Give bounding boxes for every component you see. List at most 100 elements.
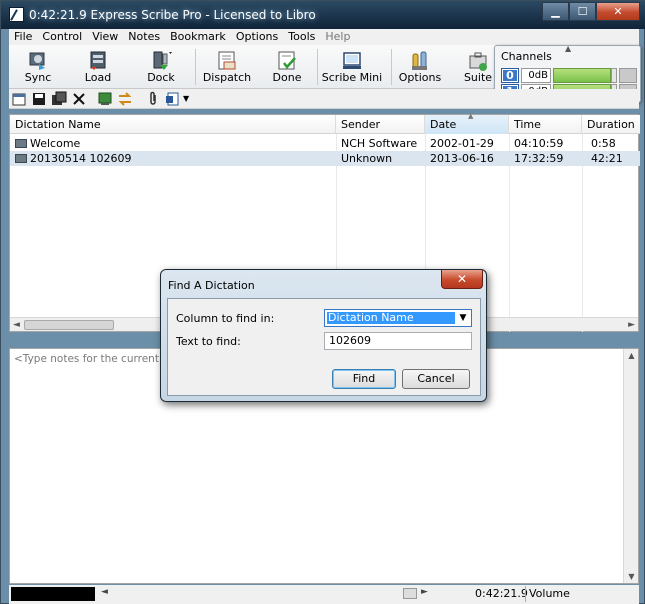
- scroll-right-icon[interactable]: ►: [421, 587, 428, 597]
- menu-bar: File Control View Notes Bookmark Options…: [9, 29, 639, 45]
- column-header-sender[interactable]: Sender: [336, 115, 425, 134]
- find-dictation-dialog: Find A Dictation ✕ Column to find in: Di…: [160, 269, 487, 402]
- done-icon: [278, 51, 296, 70]
- options-icon: [412, 51, 427, 70]
- text-label: Text to find:: [176, 335, 241, 348]
- menu-bookmark[interactable]: Bookmark: [165, 29, 231, 45]
- notes-icon[interactable]: [97, 91, 113, 107]
- menu-help[interactable]: Help: [320, 29, 355, 45]
- channel-gain-slider[interactable]: [611, 68, 617, 83]
- scroll-down-icon[interactable]: ▼: [624, 572, 639, 581]
- scroll-left-icon[interactable]: ◄: [13, 318, 20, 332]
- chevron-down-icon[interactable]: ▼: [455, 310, 471, 326]
- dictation-name-cell: Welcome: [10, 136, 80, 151]
- app-window: 0:42:21.9 Express Scribe Pro - Licensed …: [0, 0, 645, 604]
- options-button[interactable]: Options: [397, 47, 443, 87]
- sender-cell: NCH Software: [341, 137, 418, 150]
- options-label: Options: [398, 71, 442, 84]
- sync-icon: [29, 52, 45, 70]
- scroll-left-icon[interactable]: ◄: [101, 587, 108, 597]
- channel-row: 0 0dB: [501, 68, 637, 84]
- done-label: Done: [272, 71, 302, 84]
- table-row[interactable]: 20130514 102609 Unknown 2013-06-16 17:32…: [10, 151, 640, 166]
- dictation-name: 20130514 102609: [30, 152, 132, 165]
- duration-cell: 0:58: [591, 137, 616, 150]
- load-icon: [90, 51, 106, 70]
- menu-control[interactable]: Control: [37, 29, 87, 45]
- collapse-chevron-icon[interactable]: ▲: [565, 44, 571, 53]
- window-controls: ▁ ☐ ✕: [542, 2, 640, 21]
- find-button[interactable]: Find: [332, 369, 396, 389]
- scroll-right-icon[interactable]: ►: [628, 318, 635, 332]
- maximize-button[interactable]: ☐: [569, 2, 596, 21]
- delete-icon[interactable]: [71, 91, 87, 107]
- scroll-up-icon[interactable]: ▲: [624, 351, 639, 360]
- channel-number: 0: [503, 70, 517, 81]
- channels-title: Channels: [501, 50, 552, 63]
- column-label: Column to find in:: [176, 312, 275, 325]
- dock-label: Dock: [147, 71, 175, 84]
- suite-icon: [469, 52, 487, 71]
- load-label: Load: [84, 71, 112, 84]
- status-bar: ◄ ► 0:42:21.9 Volume: [9, 585, 639, 604]
- menu-options[interactable]: Options: [231, 29, 283, 45]
- time-cell: 17:32:59: [514, 152, 564, 165]
- scribe-mini-button[interactable]: Scribe Mini: [321, 47, 383, 87]
- menu-view[interactable]: View: [87, 29, 123, 45]
- toolbar-separator: [391, 49, 392, 85]
- column-header-duration[interactable]: Duration: [582, 115, 640, 134]
- sync-button[interactable]: Sync: [15, 47, 61, 87]
- attachment-icon[interactable]: [145, 91, 161, 107]
- sender-cell: Unknown: [341, 152, 393, 165]
- window-title: 0:42:21.9 Express Scribe Pro - Licensed …: [29, 8, 316, 22]
- column-header-dictation-name[interactable]: Dictation Name: [10, 115, 336, 134]
- duration-cell: 42:21: [591, 152, 623, 165]
- column-header-time[interactable]: Time: [509, 115, 582, 134]
- playback-time: 0:42:21.9: [475, 587, 528, 600]
- save-icon[interactable]: [31, 91, 47, 107]
- scrollbar-thumb[interactable]: [24, 320, 114, 330]
- close-button[interactable]: ✕: [596, 2, 640, 21]
- position-slider[interactable]: [403, 588, 417, 599]
- monitor-icon: [343, 52, 361, 69]
- dialog-close-button[interactable]: ✕: [441, 270, 483, 289]
- minimize-button[interactable]: ▁: [542, 2, 569, 21]
- toolbar-separator: [317, 49, 318, 85]
- column-select[interactable]: Dictation Name ▼: [324, 309, 472, 327]
- channel-gain-value: 0dB: [521, 68, 551, 83]
- channel-meter-end: [619, 68, 637, 83]
- list-header: Dictation Name Sender Date Time Duration…: [10, 112, 640, 134]
- menu-tools[interactable]: Tools: [283, 29, 320, 45]
- properties-icon[interactable]: [11, 91, 27, 107]
- title-bar[interactable]: 0:42:21.9 Express Scribe Pro - Licensed …: [1, 1, 645, 29]
- dictation-name: Welcome: [30, 137, 81, 150]
- dock-button[interactable]: Dock: [135, 47, 187, 87]
- table-row[interactable]: Welcome NCH Software 2002-01-29 04:10:59…: [10, 136, 640, 151]
- load-button[interactable]: Load: [75, 47, 121, 87]
- dialog-body: Column to find in: Dictation Name ▼ Text…: [167, 298, 481, 396]
- waveform-display: [11, 587, 95, 601]
- chevron-down-icon[interactable]: ▼: [183, 91, 199, 107]
- column-select-value: Dictation Name: [327, 312, 455, 324]
- date-cell: 2002-01-29: [430, 137, 494, 150]
- dictation-file-icon: [15, 154, 27, 163]
- cancel-button[interactable]: Cancel: [402, 369, 470, 389]
- dictation-name-cell: 20130514 102609: [10, 151, 131, 166]
- channel-number-button[interactable]: 0: [501, 68, 519, 83]
- dispatch-icon: [218, 51, 236, 70]
- column-header-date[interactable]: Date: [425, 115, 509, 134]
- dictation-file-icon: [15, 139, 27, 148]
- dispatch-button[interactable]: Dispatch: [201, 47, 253, 87]
- save-all-icon[interactable]: [51, 91, 67, 107]
- volume-label: Volume: [525, 586, 629, 602]
- word-document-icon[interactable]: [165, 91, 181, 107]
- dispatch-label: Dispatch: [202, 71, 252, 84]
- app-icon[interactable]: [9, 7, 24, 22]
- menu-notes[interactable]: Notes: [123, 29, 165, 45]
- date-cell: 2013-06-16: [430, 152, 494, 165]
- menu-file[interactable]: File: [9, 29, 37, 45]
- done-button[interactable]: Done: [265, 47, 309, 87]
- notes-vertical-scrollbar[interactable]: ▲ ▼: [623, 349, 638, 583]
- transfer-icon[interactable]: [117, 91, 133, 107]
- text-to-find-input[interactable]: 102609: [324, 332, 472, 350]
